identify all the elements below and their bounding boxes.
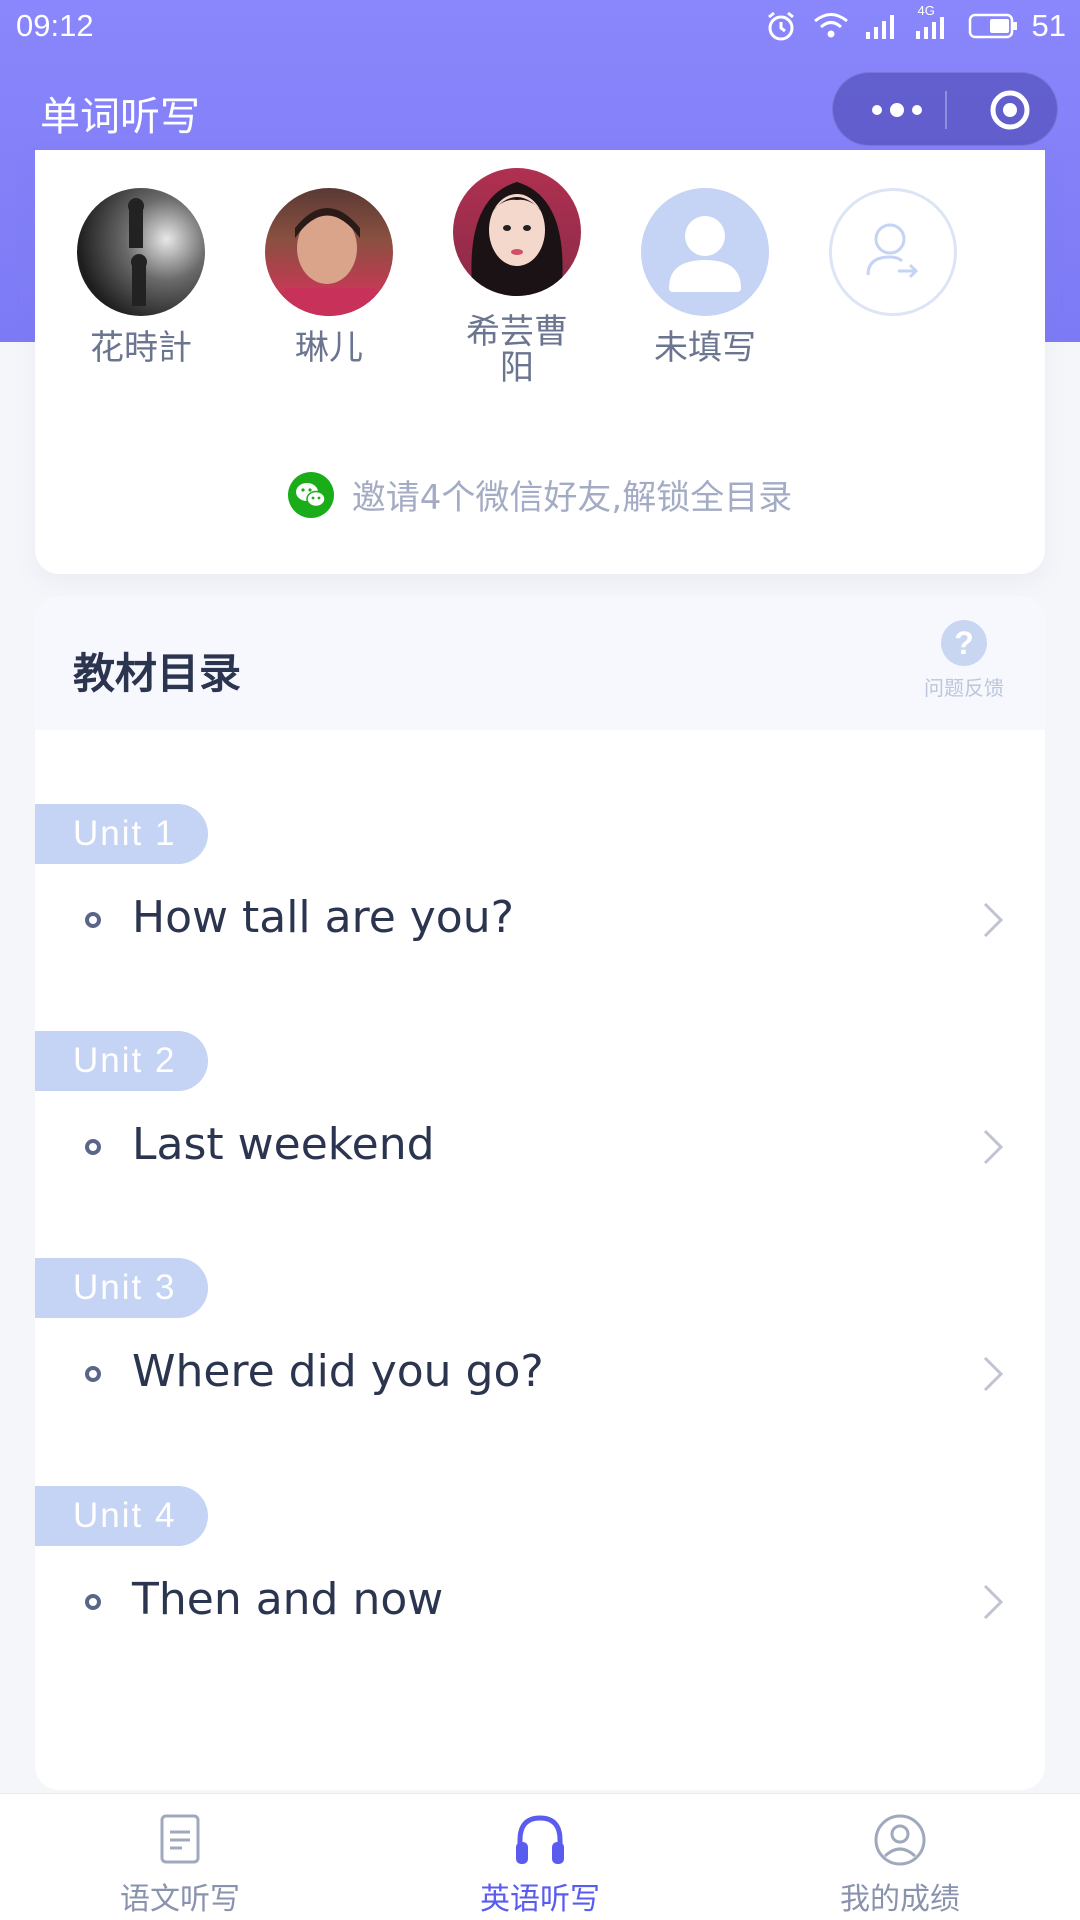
friends-card: 花時計 琳儿 希芸曹阳 未填写 邀请4个微信好友,解锁全目录 [35,150,1045,574]
feedback-button[interactable]: ? 问题反馈 [921,620,1007,701]
page-title: 单词听写 [40,94,200,140]
unit-tag: Unit 2 [35,1031,208,1091]
unit-tag: Unit 3 [35,1258,208,1318]
tab-label: 我的成绩 [840,1882,960,1917]
catalog-header: 教材目录 ? 问题反馈 [35,596,1045,730]
friend-item[interactable]: 花時計 [61,188,221,366]
status-bar: 09:12 4G 51 [0,0,1080,52]
friend-avatar [77,188,205,316]
chevron-right-icon [983,1584,1004,1620]
bullet-icon [85,1366,101,1382]
chevron-right-icon [983,1129,1004,1165]
alarm-icon [767,11,794,41]
invite-prompt[interactable]: 邀请4个微信好友,解锁全目录 [35,470,1045,527]
battery-icon [968,13,1017,39]
friend-name: 未填写 [654,328,756,368]
question-icon: ? [941,620,987,666]
user-circle-icon [874,1814,926,1866]
lesson-item[interactable]: Where did you go? [35,1318,1045,1428]
add-friend-icon [829,188,957,316]
friend-avatar [265,188,393,316]
lesson-title: Last weekend [132,1119,435,1170]
unit-tag: Unit 4 [35,1486,208,1546]
more-button[interactable] [863,73,931,147]
feedback-label: 问题反馈 [924,676,1004,700]
friend-name: 琳儿 [295,328,363,368]
nav-bar: 单词听写 [0,52,1080,164]
bullet-icon [85,912,101,928]
tab-chinese-dictation[interactable]: 语文听写 [0,1794,360,1920]
battery-level: 51 [1031,8,1066,43]
close-button[interactable] [973,73,1047,147]
document-icon [160,1814,200,1864]
friend-avatar [453,168,581,296]
lesson-title: How tall are you? [132,892,514,943]
friend-item[interactable]: 琳儿 [249,188,409,366]
headphones-icon [516,1815,564,1864]
wechat-icon [287,471,334,518]
target-close-icon [990,90,1030,130]
bullet-icon [85,1594,101,1610]
friend-name: 花時計 [90,328,192,368]
friend-name: 希芸曹阳 [466,312,568,388]
tab-label: 语文听写 [120,1882,240,1917]
lesson-item[interactable]: Then and now [35,1546,1045,1656]
friend-item[interactable]: 未填写 [625,188,785,366]
miniprogram-capsule [832,72,1058,146]
lesson-item[interactable]: How tall are you? [35,864,1045,974]
status-icons: 4G 51 [764,3,1066,44]
wifi-icon [813,13,848,38]
catalog-card: 教材目录 ? 问题反馈 Unit 1 How tall are you? Uni… [35,596,1045,1790]
friend-item[interactable]: 希芸曹阳 [437,168,597,386]
lesson-title: Where did you go? [132,1346,544,1397]
invite-slot[interactable] [813,188,973,316]
invite-text: 邀请4个微信好友,解锁全目录 [351,478,793,518]
chevron-right-icon [983,902,1004,938]
capsule-divider [945,91,947,129]
catalog-title: 教材目录 [73,649,242,698]
chevron-right-icon [983,1356,1004,1392]
status-time: 09:12 [16,8,94,43]
unit-tag: Unit 1 [35,804,208,864]
tab-bar: 语文听写 英语听写 我的成绩 [0,1793,1080,1920]
tab-my-scores[interactable]: 我的成绩 [720,1794,1080,1920]
tab-english-dictation[interactable]: 英语听写 [360,1794,720,1920]
bullet-icon [85,1139,101,1155]
default-person-icon [641,188,769,316]
signal-icon [865,15,894,39]
more-dots-icon [872,103,922,117]
lesson-item[interactable]: Last weekend [35,1091,1045,1201]
lesson-title: Then and now [132,1574,444,1625]
signal-4g-icon: 4G [914,3,954,41]
tab-label: 英语听写 [480,1882,600,1917]
